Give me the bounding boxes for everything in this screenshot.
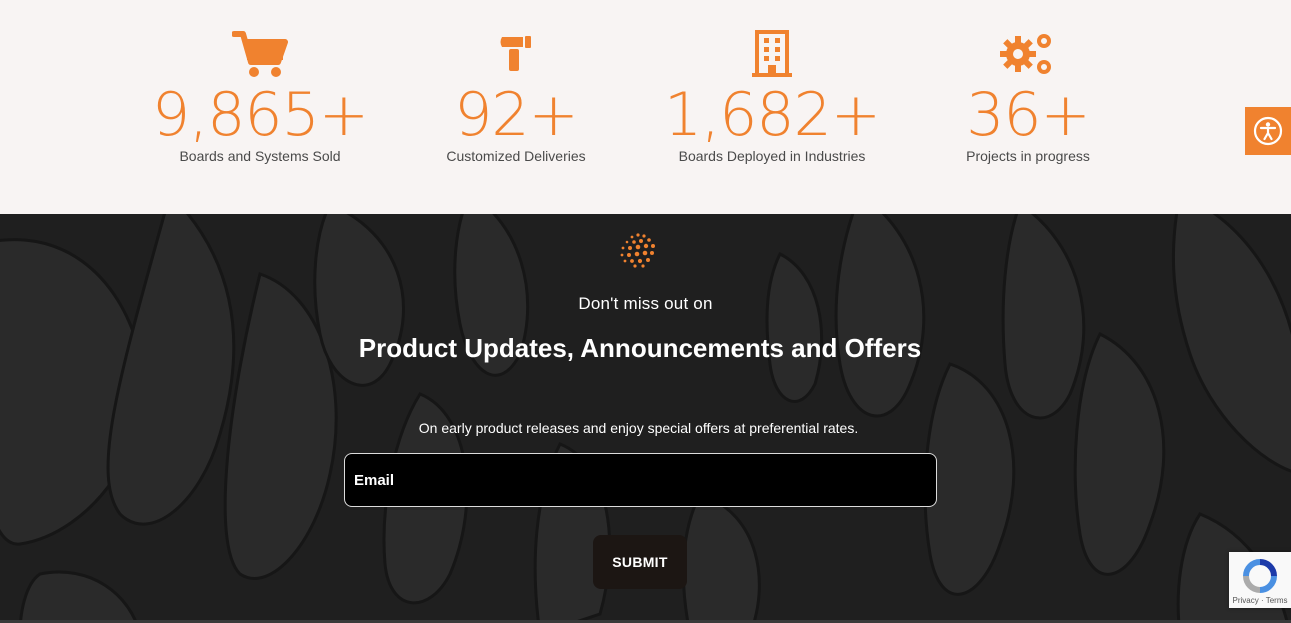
stat-value: 9,865+ (151, 80, 369, 150)
stat-value: 92+ (454, 80, 579, 150)
newsletter-eyebrow: Don't miss out on (578, 294, 713, 313)
newsletter-heading: Product Updates, Announcements and Offer… (358, 333, 922, 363)
stat-label: Customized Deliveries (446, 148, 586, 164)
stats-section: 9,865+ Boards and Systems Sold 92+ Custo… (0, 0, 1291, 214)
cart-icon (130, 28, 390, 80)
recaptcha-separator: · (1260, 596, 1264, 605)
stat-boards-deployed: 1,682+ Boards Deployed in Industries (642, 28, 902, 165)
recaptcha-links: Privacy · Terms (1229, 596, 1291, 605)
stat-projects-in-progress: 36+ Projects in progress (898, 28, 1158, 165)
email-input[interactable] (344, 453, 937, 507)
recaptcha-badge[interactable]: Privacy · Terms (1229, 552, 1291, 608)
hammer-icon (386, 28, 646, 80)
accessibility-icon (1253, 116, 1283, 146)
recaptcha-privacy-link[interactable]: Privacy (1233, 596, 1259, 605)
gears-icon (898, 28, 1158, 80)
submit-button[interactable]: SUBMIT (593, 535, 687, 589)
stat-label: Projects in progress (966, 148, 1090, 164)
stat-boards-sold: 9,865+ Boards and Systems Sold (130, 28, 390, 165)
stat-value: 1,682+ (663, 80, 881, 150)
stat-value: 36+ (966, 80, 1091, 150)
accessibility-button[interactable] (1245, 107, 1291, 155)
recaptcha-terms-link[interactable]: Terms (1266, 596, 1288, 605)
logo-dots-icon (620, 233, 655, 268)
recaptcha-icon (1243, 559, 1277, 593)
stat-customized-deliveries: 92+ Customized Deliveries (386, 28, 646, 165)
stat-label: Boards Deployed in Industries (678, 148, 866, 164)
newsletter-subtext: On early product releases and enjoy spec… (418, 420, 859, 436)
newsletter-section: Don't miss out on Product Updates, Annou… (0, 214, 1291, 620)
building-icon (642, 28, 902, 80)
